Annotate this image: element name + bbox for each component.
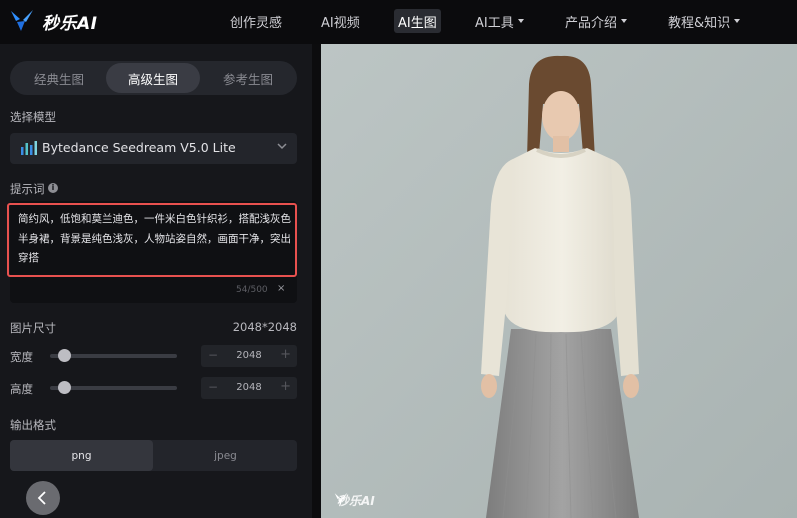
nav-label: 教程&知识 bbox=[668, 15, 731, 31]
mode-tabs: 经典生图 高级生图 参考生图 bbox=[10, 61, 297, 95]
format-label: png bbox=[71, 449, 92, 462]
width-label: 宽度 bbox=[10, 350, 33, 364]
nav-label: AI视频 bbox=[321, 15, 360, 31]
nav-label: 创作灵感 bbox=[230, 15, 283, 31]
output-format-label: 输出格式 bbox=[10, 418, 56, 432]
increment-button[interactable]: + bbox=[280, 379, 291, 394]
nav-item-product[interactable]: 产品介绍 bbox=[565, 9, 628, 33]
nav-label: 产品介绍 bbox=[565, 15, 618, 31]
caret-down-icon bbox=[621, 19, 628, 23]
generated-image bbox=[321, 44, 797, 518]
height-label: 高度 bbox=[10, 382, 33, 396]
nav-label: AI生图 bbox=[398, 15, 437, 31]
width-slider-thumb[interactable] bbox=[57, 349, 71, 362]
nav-item-ai-tools[interactable]: AI工具 bbox=[475, 9, 524, 33]
chevron-left-icon bbox=[37, 491, 46, 505]
settings-panel: 经典生图 高级生图 参考生图 选择模型 Bytedance Seedream V… bbox=[0, 44, 312, 518]
selected-model: Bytedance Seedream V5.0 Lite bbox=[42, 140, 236, 155]
tab-label: 参考生图 bbox=[222, 71, 273, 87]
collapse-panel-button[interactable] bbox=[26, 481, 60, 515]
prompt-char-counter: 54/500 bbox=[236, 285, 268, 295]
caret-down-icon bbox=[517, 19, 524, 23]
format-label: jpeg bbox=[214, 449, 237, 462]
generated-image-preview[interactable]: 秒乐AI bbox=[321, 44, 797, 518]
image-size-value: 2048*2048 bbox=[232, 320, 297, 334]
top-navigation-bar: 秒乐AI 创作灵感 AI视频 AI生图 AI工具 产品介绍 教程&知识 bbox=[0, 0, 797, 44]
increment-button[interactable]: + bbox=[280, 347, 291, 362]
format-option-png[interactable]: png bbox=[10, 440, 153, 471]
model-select[interactable]: Bytedance Seedream V5.0 Lite bbox=[10, 133, 297, 164]
model-label: 选择模型 bbox=[10, 110, 56, 124]
height-slider-thumb[interactable] bbox=[57, 381, 71, 394]
tab-classic[interactable]: 经典生图 bbox=[12, 63, 106, 93]
height-stepper[interactable]: − 2048 + bbox=[201, 377, 297, 399]
output-format-toggle: png jpeg bbox=[10, 440, 297, 471]
prompt-label: 提示词 bbox=[10, 182, 45, 196]
caret-down-icon bbox=[734, 19, 741, 23]
bird-logo-icon bbox=[334, 492, 348, 505]
chevron-down-icon bbox=[277, 143, 287, 150]
brand-name: 秒乐AI bbox=[42, 13, 98, 34]
brand-logo[interactable]: 秒乐AI bbox=[8, 6, 97, 36]
nav-item-inspiration[interactable]: 创作灵感 bbox=[230, 9, 282, 33]
nav-label: AI工具 bbox=[475, 15, 514, 31]
clear-prompt-icon[interactable]: × bbox=[277, 283, 285, 294]
nav-item-ai-image[interactable]: AI生图 bbox=[394, 9, 441, 33]
preview-watermark: 秒乐AI bbox=[333, 491, 375, 509]
format-option-jpeg[interactable]: jpeg bbox=[154, 440, 297, 471]
nav-item-ai-video[interactable]: AI视频 bbox=[321, 9, 360, 33]
tab-label: 高级生图 bbox=[127, 71, 178, 87]
bar-chart-logo-icon bbox=[21, 141, 37, 155]
image-size-label: 图片尺寸 bbox=[10, 321, 56, 335]
width-stepper[interactable]: − 2048 + bbox=[201, 345, 297, 367]
tab-reference[interactable]: 参考生图 bbox=[201, 63, 295, 93]
tab-label: 经典生图 bbox=[33, 71, 84, 87]
tab-advanced[interactable]: 高级生图 bbox=[106, 63, 200, 93]
bird-logo-icon bbox=[11, 10, 33, 31]
nav-item-tutorials[interactable]: 教程&知识 bbox=[668, 9, 741, 33]
prompt-text[interactable]: 简约风，低饱和莫兰迪色，一件米白色针织衫，搭配浅灰色半身裙，背景是纯色浅灰，人物… bbox=[18, 210, 294, 269]
info-icon[interactable]: i bbox=[48, 183, 58, 193]
